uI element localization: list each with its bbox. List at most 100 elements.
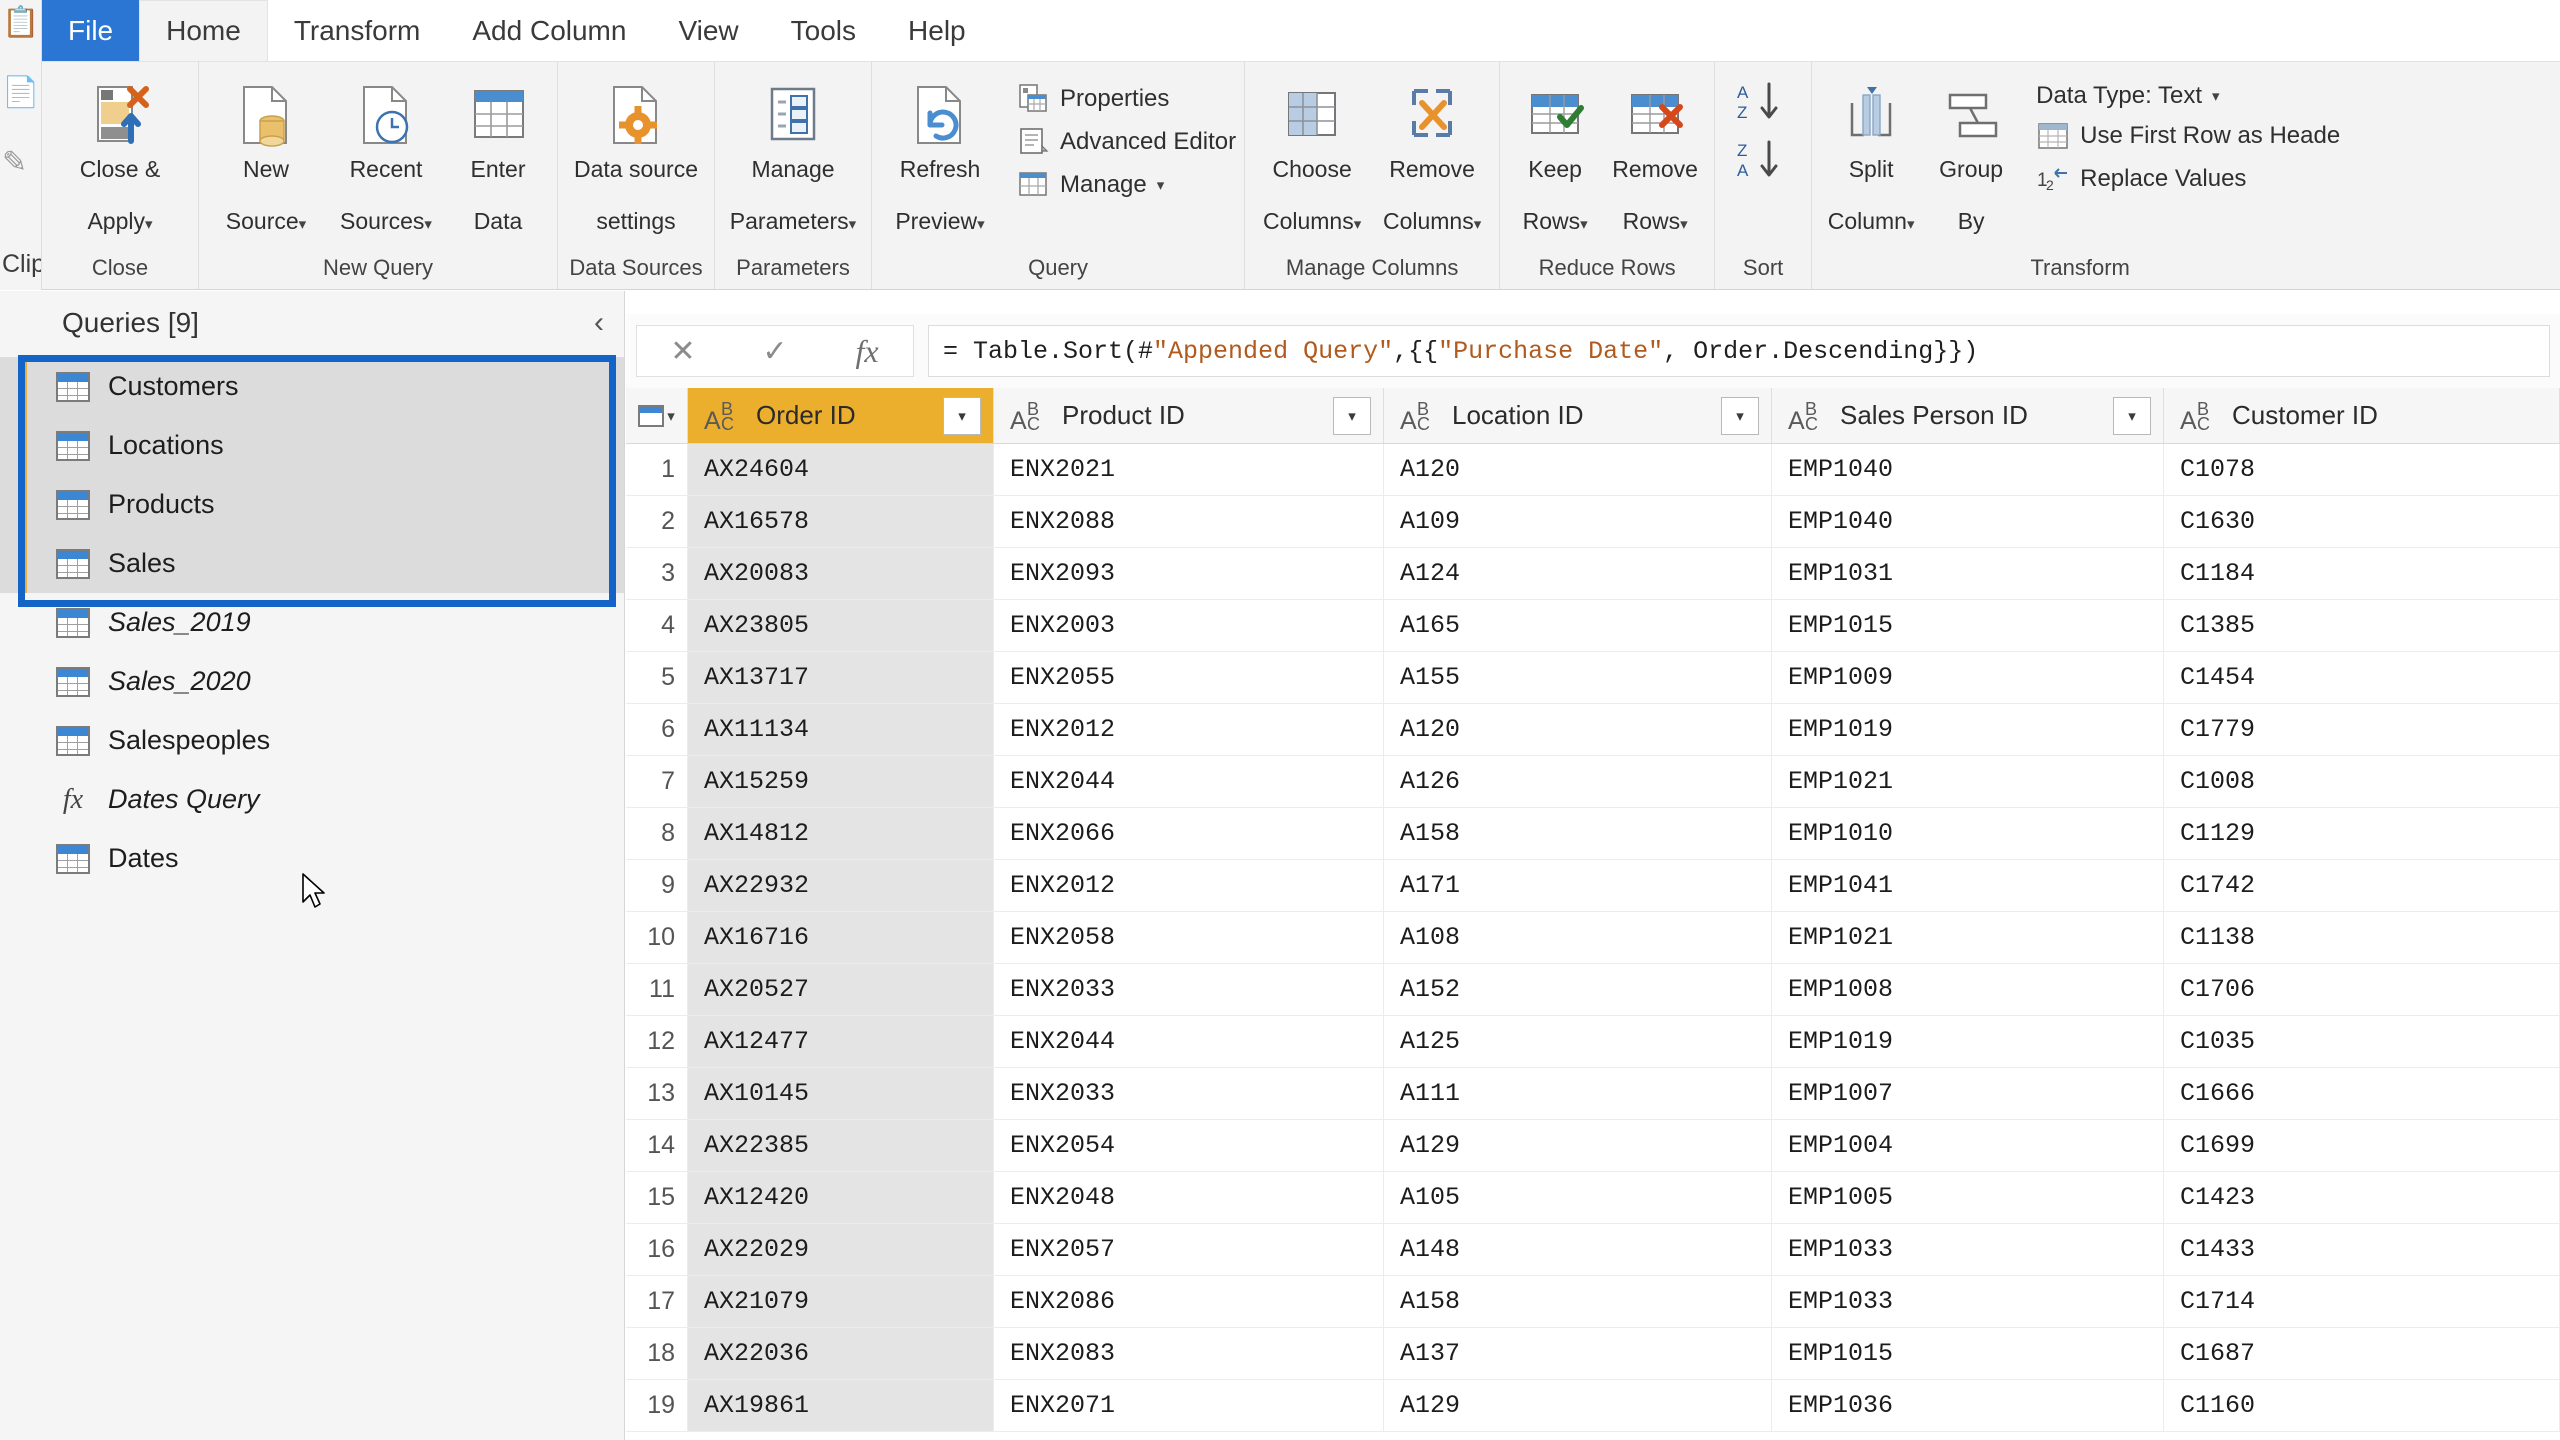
close-and-apply-button[interactable]: Close & Apply▾	[50, 72, 190, 238]
table-cell[interactable]: ENX2003	[994, 600, 1384, 651]
table-cell[interactable]: C1184	[2164, 548, 2560, 599]
refresh-preview-caret-icon[interactable]: ▾	[977, 216, 985, 233]
table-cell[interactable]: EMP1007	[1772, 1068, 2164, 1119]
replace-values-button[interactable]: 1 2 Replace Values	[2036, 162, 2340, 196]
table-cell[interactable]: EMP1019	[1772, 1016, 2164, 1067]
table-cell[interactable]: AX22029	[688, 1224, 994, 1275]
table-cell[interactable]: A120	[1384, 444, 1772, 495]
table-cell[interactable]: ENX2044	[994, 1016, 1384, 1067]
table-cell[interactable]: A105	[1384, 1172, 1772, 1223]
table-row[interactable]: 17 AX21079 ENX2086 A158 EMP1033 C1714	[626, 1276, 2560, 1328]
table-cell[interactable]: ENX2088	[994, 496, 1384, 547]
table-cell[interactable]: A158	[1384, 808, 1772, 859]
table-cell[interactable]: EMP1021	[1772, 912, 2164, 963]
table-cell[interactable]: C1160	[2164, 1380, 2560, 1431]
column-header-order-id[interactable]: ABC Order ID ▾	[688, 388, 994, 443]
table-cell[interactable]: A137	[1384, 1328, 1772, 1379]
query-item-salespeoples[interactable]: Salespeoples	[0, 711, 624, 770]
table-cell[interactable]: A155	[1384, 652, 1772, 703]
manage-caret-icon[interactable]: ▾	[1157, 176, 1165, 194]
table-cell[interactable]: AX22036	[688, 1328, 994, 1379]
table-cell[interactable]: ENX2054	[994, 1120, 1384, 1171]
table-cell[interactable]: A171	[1384, 860, 1772, 911]
column-filter-dropdown-sales-person-id[interactable]: ▾	[2113, 397, 2151, 435]
table-cell[interactable]: C1129	[2164, 808, 2560, 859]
table-row[interactable]: 11 AX20527 ENX2033 A152 EMP1008 C1706	[626, 964, 2560, 1016]
paste-icon[interactable]: 📋	[2, 8, 39, 38]
table-cell[interactable]: C1630	[2164, 496, 2560, 547]
table-cell[interactable]: A111	[1384, 1068, 1772, 1119]
table-cell[interactable]: EMP1004	[1772, 1120, 2164, 1171]
sort-ascending-button[interactable]: A Z	[1735, 80, 1791, 124]
query-item-customers[interactable]: Customers	[0, 357, 624, 416]
table-cell[interactable]: C1433	[2164, 1224, 2560, 1275]
manage-parameters-button[interactable]: Manage Parameters▾	[723, 72, 863, 238]
table-cell[interactable]: ENX2033	[994, 964, 1384, 1015]
tab-transform[interactable]: Transform	[268, 0, 447, 61]
group-by-button[interactable]: Group By	[1924, 72, 2018, 234]
table-cell[interactable]: AX24604	[688, 444, 994, 495]
table-cell[interactable]: A120	[1384, 704, 1772, 755]
query-item-products[interactable]: Products	[0, 475, 624, 534]
table-row[interactable]: 6 AX11134 ENX2012 A120 EMP1019 C1779	[626, 704, 2560, 756]
tab-help[interactable]: Help	[882, 0, 992, 61]
chevron-down-icon[interactable]: ▾	[667, 407, 675, 425]
table-cell[interactable]: ENX2048	[994, 1172, 1384, 1223]
fx-icon[interactable]: fx	[821, 325, 913, 377]
table-cell[interactable]: EMP1015	[1772, 1328, 2164, 1379]
column-filter-dropdown-product-id[interactable]: ▾	[1333, 397, 1371, 435]
column-filter-dropdown-location-id[interactable]: ▾	[1721, 397, 1759, 435]
table-row[interactable]: 15 AX12420 ENX2048 A105 EMP1005 C1423	[626, 1172, 2560, 1224]
table-cell[interactable]: C1008	[2164, 756, 2560, 807]
properties-button[interactable]: Properties	[1016, 82, 1236, 116]
table-cell[interactable]: A126	[1384, 756, 1772, 807]
table-row[interactable]: 3 AX20083 ENX2093 A124 EMP1031 C1184	[626, 548, 2560, 600]
table-cell[interactable]: EMP1019	[1772, 704, 2164, 755]
table-cell[interactable]: ENX2057	[994, 1224, 1384, 1275]
table-cell[interactable]: C1078	[2164, 444, 2560, 495]
table-cell[interactable]: EMP1010	[1772, 808, 2164, 859]
table-cell[interactable]: A129	[1384, 1380, 1772, 1431]
query-item-locations[interactable]: Locations	[0, 416, 624, 475]
table-cell[interactable]: EMP1040	[1772, 496, 2164, 547]
table-cell[interactable]: AX16578	[688, 496, 994, 547]
table-cell[interactable]: EMP1033	[1772, 1276, 2164, 1327]
table-cell[interactable]: C1454	[2164, 652, 2560, 703]
copy-icon[interactable]: 📄	[2, 78, 39, 108]
table-row[interactable]: 13 AX10145 ENX2033 A111 EMP1007 C1666	[626, 1068, 2560, 1120]
table-cell[interactable]: C1423	[2164, 1172, 2560, 1223]
table-cell[interactable]: AX10145	[688, 1068, 994, 1119]
table-cell[interactable]: AX22932	[688, 860, 994, 911]
keep-rows-button[interactable]: Keep Rows▾	[1508, 72, 1602, 238]
table-row[interactable]: 19 AX19861 ENX2071 A129 EMP1036 C1160	[626, 1380, 2560, 1432]
table-cell[interactable]: A129	[1384, 1120, 1772, 1171]
table-row[interactable]: 1 AX24604 ENX2021 A120 EMP1040 C1078	[626, 444, 2560, 496]
table-cell[interactable]: A108	[1384, 912, 1772, 963]
table-cell[interactable]: AX20527	[688, 964, 994, 1015]
new-source-caret-icon[interactable]: ▾	[299, 216, 307, 233]
remove-rows-button[interactable]: Remove Rows▾	[1604, 72, 1706, 238]
collapse-pane-icon[interactable]: ‹	[594, 306, 604, 340]
table-cell[interactable]: AX20083	[688, 548, 994, 599]
column-header-customer-id[interactable]: ABC Customer ID	[2164, 388, 2560, 443]
column-filter-dropdown-order-id[interactable]: ▾	[943, 397, 981, 435]
remove-columns-caret-icon[interactable]: ▾	[1474, 216, 1482, 233]
table-cell[interactable]: AX23805	[688, 600, 994, 651]
recent-sources-button[interactable]: Recent Sources▾	[327, 72, 445, 238]
column-header-location-id[interactable]: ABC Location ID ▾	[1384, 388, 1772, 443]
keep-rows-caret-icon[interactable]: ▾	[1580, 216, 1588, 233]
data-source-settings-button[interactable]: Data source settings	[566, 72, 706, 234]
table-cell[interactable]: C1035	[2164, 1016, 2560, 1067]
table-cell[interactable]: EMP1015	[1772, 600, 2164, 651]
cancel-formula-icon[interactable]: ✕	[637, 325, 729, 377]
tab-file[interactable]: File	[42, 0, 140, 61]
table-cell[interactable]: EMP1031	[1772, 548, 2164, 599]
table-cell[interactable]: AX15259	[688, 756, 994, 807]
query-item-sales[interactable]: Sales	[0, 534, 624, 593]
table-cell[interactable]: C1699	[2164, 1120, 2560, 1171]
choose-columns-button[interactable]: Choose Columns▾	[1253, 72, 1371, 238]
table-cell[interactable]: AX11134	[688, 704, 994, 755]
table-row[interactable]: 7 AX15259 ENX2044 A126 EMP1021 C1008	[626, 756, 2560, 808]
tab-tools[interactable]: Tools	[765, 0, 882, 61]
table-cell[interactable]: ENX2044	[994, 756, 1384, 807]
